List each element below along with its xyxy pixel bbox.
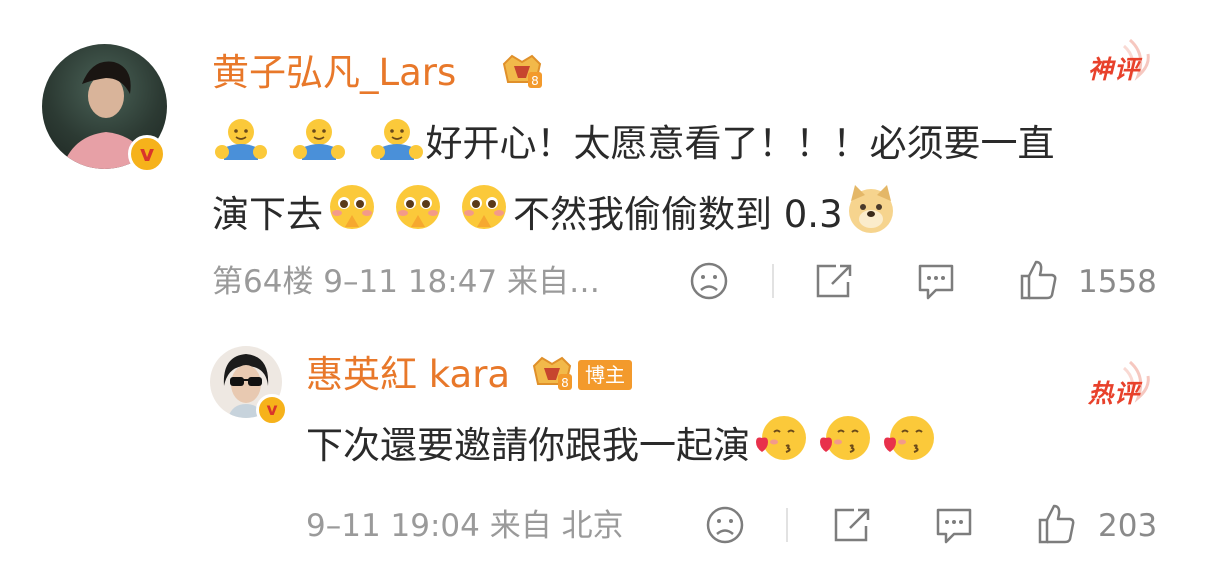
like-icon[interactable] — [1016, 258, 1060, 306]
member-crown-icon: 8 — [496, 48, 548, 96]
like-icon[interactable] — [1034, 502, 1078, 550]
svg-text:8: 8 — [531, 74, 539, 88]
reply-text: 下次還要邀請你跟我一起演 — [306, 412, 938, 485]
comment-icon[interactable] — [932, 506, 976, 550]
divider — [772, 264, 774, 298]
like-count: 203 — [1098, 508, 1158, 544]
share-icon[interactable] — [830, 504, 874, 550]
dislike-icon[interactable] — [704, 504, 746, 550]
hot-comment-tag: 热评 — [1088, 360, 1150, 410]
god-comment-tag: 神评 — [1088, 38, 1150, 86]
doge-emoji-icon — [843, 183, 899, 254]
pleading-emoji-icon — [323, 183, 381, 254]
hug-emoji-icon — [212, 114, 270, 183]
comment-text-line2b: 不然我偷偷数到 0.3 — [513, 193, 843, 236]
comment-text-line1: 好开心！太愿意看了！！！必须要一直 — [425, 122, 1055, 165]
reply-meta: 9–11 19:04 来自 北京 — [306, 508, 624, 544]
reply-text-content: 下次還要邀請你跟我一起演 — [306, 424, 750, 467]
comment-text-line2a: 演下去 — [212, 193, 323, 236]
kissing-heart-emoji-icon — [814, 412, 874, 485]
blogger-badge: 博主 — [578, 360, 632, 390]
username[interactable]: 黄子弘凡_Lars — [212, 50, 456, 96]
member-crown-icon: 8 — [526, 350, 578, 398]
comment-meta: 第64楼 9–11 18:47 来自… — [212, 264, 601, 300]
hug-emoji-icon — [290, 114, 348, 183]
divider — [786, 508, 788, 542]
pleading-emoji-icon — [455, 183, 513, 254]
pleading-emoji-icon — [389, 183, 447, 254]
share-icon[interactable] — [812, 260, 856, 306]
dislike-icon[interactable] — [688, 260, 730, 306]
username[interactable]: 惠英紅 kara — [306, 352, 510, 398]
kissing-heart-emoji-icon — [750, 412, 810, 485]
svg-text:8: 8 — [561, 376, 569, 390]
verified-badge-icon: v — [256, 394, 288, 426]
kissing-heart-emoji-icon — [878, 412, 938, 485]
comment-icon[interactable] — [914, 262, 958, 306]
comment-text: 好开心！太愿意看了！！！必须要一直 演下去 不然我偷偷数到 0.3 — [212, 112, 1172, 254]
hug-emoji-icon — [368, 114, 426, 183]
like-count: 1558 — [1078, 264, 1157, 300]
verified-badge-icon: v — [128, 135, 166, 173]
